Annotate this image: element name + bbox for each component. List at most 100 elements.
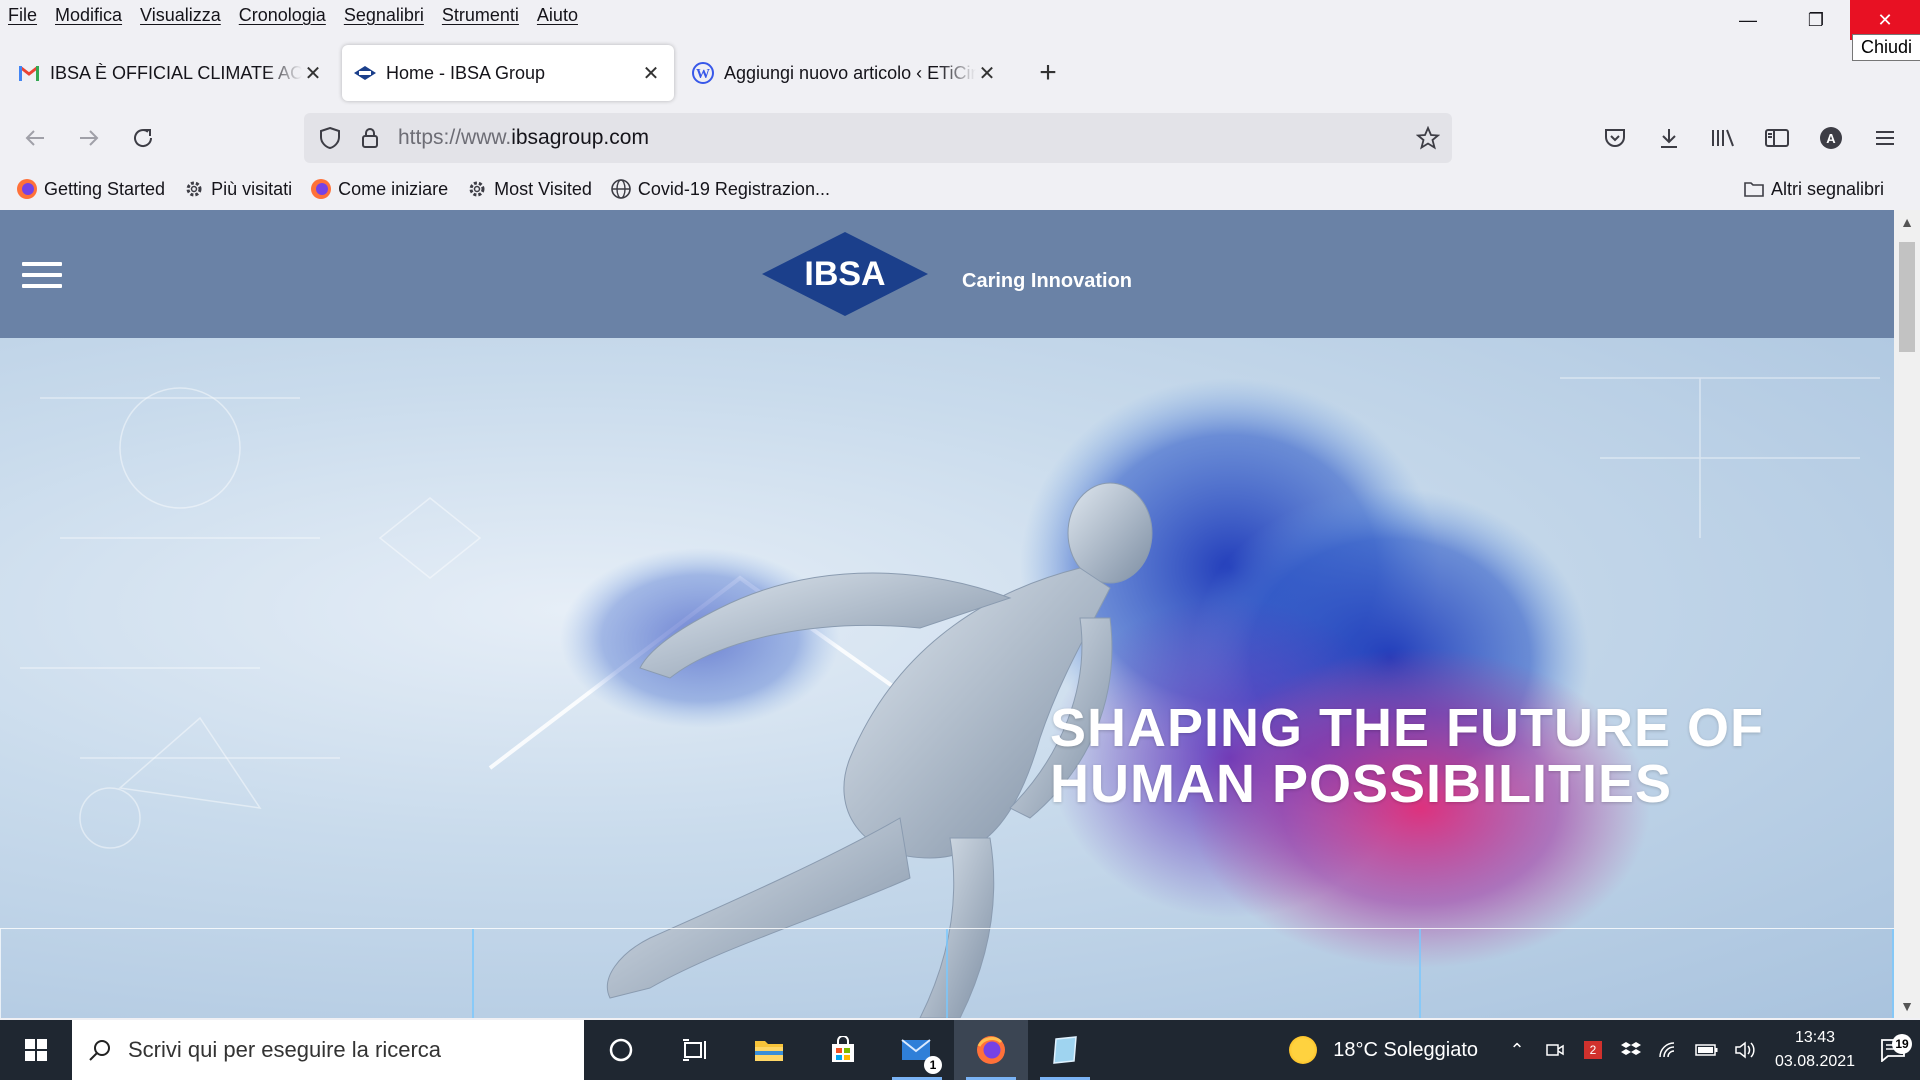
notification-count-badge: 19: [1892, 1034, 1912, 1054]
taskbar-search[interactable]: Scrivi qui per eseguire la ricerca: [72, 1020, 584, 1080]
scroll-down-icon[interactable]: ▼: [1894, 994, 1920, 1018]
scroll-up-icon[interactable]: ▲: [1894, 210, 1920, 234]
clock-date: 03.08.2021: [1774, 1053, 1856, 1070]
tab-strip: IBSA È OFFICIAL CLIMATE ACTION ✕ Home - …: [0, 44, 1920, 102]
folder-icon: [1743, 178, 1765, 200]
library-button[interactable]: [1696, 118, 1750, 158]
site-menu-icon[interactable]: [22, 262, 62, 288]
menu-segnalibri[interactable]: Segnalibri: [344, 5, 424, 26]
site-tagline: Caring Innovation: [962, 270, 1132, 292]
bookmark-most-visited[interactable]: Most Visited: [466, 178, 592, 200]
file-explorer-button[interactable]: [732, 1020, 806, 1080]
pocket-icon: [1605, 129, 1625, 147]
downloads-button[interactable]: [1642, 118, 1696, 158]
microsoft-store-button[interactable]: [806, 1020, 880, 1080]
url-text[interactable]: https://www.ibsagroup.com: [398, 126, 649, 150]
bookmarks-bar: Getting Started Più visitati Come inizia…: [0, 170, 1920, 208]
battery-icon[interactable]: [1688, 1043, 1726, 1057]
minimize-button[interactable]: —: [1714, 0, 1782, 40]
close-tab-icon[interactable]: ✕: [640, 61, 662, 86]
firefox-icon: [977, 1036, 1005, 1064]
account-button[interactable]: A: [1804, 118, 1858, 158]
forward-arrow-icon: [80, 130, 99, 146]
tab-gmail[interactable]: IBSA È OFFICIAL CLIMATE ACTION ✕: [6, 45, 336, 101]
clock-time: 13:43: [1794, 1029, 1836, 1046]
mail-button[interactable]: 1: [880, 1020, 954, 1080]
windows-logo-icon: [25, 1039, 47, 1061]
gear-icon: [183, 178, 205, 200]
taskbar-clock[interactable]: 13:43 03.08.2021: [1770, 1026, 1860, 1074]
hero-banner: SHAPING THE FUTURE OF HUMAN POSSIBILITIE…: [0, 338, 1894, 1018]
reload-button[interactable]: [116, 118, 170, 158]
meet-now-icon[interactable]: [1536, 1041, 1574, 1059]
task-view-button[interactable]: [658, 1020, 732, 1080]
svg-text:A: A: [1826, 131, 1836, 146]
menu-modifica[interactable]: Modifica: [55, 5, 122, 26]
start-button[interactable]: [0, 1020, 72, 1080]
mail-badge: 1: [924, 1056, 942, 1074]
new-tab-button[interactable]: +: [1028, 53, 1068, 93]
menu-strumenti[interactable]: Strumenti: [442, 5, 519, 26]
shield-icon[interactable]: [310, 126, 350, 150]
feature-tile[interactable]: [474, 929, 948, 1018]
pocket-button[interactable]: [1588, 118, 1642, 158]
notes-app-icon: [1053, 1036, 1077, 1064]
search-placeholder: Scrivi qui per eseguire la ricerca: [128, 1037, 442, 1062]
calendar-tray-icon[interactable]: 2: [1574, 1041, 1612, 1059]
weather-text: 18°C Soleggiato: [1333, 1038, 1478, 1061]
show-hidden-icons-chevron-up-icon[interactable]: ⌃: [1498, 1040, 1536, 1061]
star-bookmark-icon[interactable]: [1408, 126, 1448, 150]
sidebar-icon: [1765, 129, 1789, 147]
system-tray: 18°C Soleggiato ⌃ 2 13:43 03.08.2021 19: [1289, 1020, 1920, 1080]
restore-button[interactable]: ❐: [1782, 0, 1850, 40]
windows-taskbar: Scrivi qui per eseguire la ricerca 1 18°…: [0, 1020, 1920, 1080]
other-bookmarks[interactable]: Altri segnalibri: [1743, 170, 1884, 208]
bookmark-come-iniziare[interactable]: Come iniziare: [310, 178, 448, 200]
close-tab-icon[interactable]: ✕: [302, 61, 324, 86]
tab-ibsa[interactable]: Home - IBSA Group ✕: [342, 45, 674, 101]
hero-background-image: [20, 377, 1880, 1018]
ibsa-favicon: [354, 62, 376, 84]
url-bar[interactable]: https://www.ibsagroup.com: [304, 113, 1452, 163]
tab-wordpress[interactable]: W Aggiungi nuovo articolo ‹ ETiCinforma …: [680, 45, 1010, 101]
reload-icon: [134, 129, 153, 147]
volume-icon[interactable]: [1726, 1040, 1764, 1060]
web-page: IBSA Caring Innovation SHAPING THE FUTUR…: [0, 210, 1894, 1018]
wordpress-icon: W: [692, 62, 714, 84]
forward-button[interactable]: [62, 118, 116, 158]
bookmark-getting-started[interactable]: Getting Started: [16, 178, 165, 200]
svg-text:W: W: [696, 67, 710, 82]
weather-widget[interactable]: 18°C Soleggiato: [1289, 1036, 1478, 1064]
bookmark-piu-visitati[interactable]: Più visitati: [183, 178, 292, 200]
sidebar-button[interactable]: [1750, 118, 1804, 158]
bookmark-covid-registrazione[interactable]: Covid-19 Registrazion...: [610, 178, 830, 200]
tab-label: Home - IBSA Group: [386, 62, 546, 83]
page-scrollbar[interactable]: ▲ ▼: [1894, 210, 1920, 1018]
store-bag-icon: [832, 1036, 854, 1062]
svg-text:IBSA: IBSA: [804, 255, 885, 293]
globe-icon: [610, 178, 632, 200]
lock-icon[interactable]: [350, 127, 390, 149]
scroll-thumb[interactable]: [1899, 242, 1915, 352]
gear-icon: [466, 178, 488, 200]
action-center-button[interactable]: 19: [1866, 1034, 1920, 1062]
menu-file[interactable]: File: [8, 5, 37, 26]
feature-tile[interactable]: [948, 929, 1421, 1018]
site-header: IBSA Caring Innovation: [0, 210, 1894, 338]
menu-visualizza[interactable]: Visualizza: [140, 5, 221, 26]
feature-tile[interactable]: [0, 929, 475, 1018]
firefox-taskbar-button[interactable]: [954, 1020, 1028, 1080]
back-button[interactable]: [8, 118, 62, 158]
tab-label: Aggiungi nuovo articolo ‹ ETiCinforma: [724, 62, 976, 83]
dropbox-icon[interactable]: [1612, 1040, 1650, 1060]
menu-cronologia[interactable]: Cronologia: [239, 5, 326, 26]
menu-aiuto[interactable]: Aiuto: [537, 5, 578, 26]
cortana-button[interactable]: [584, 1020, 658, 1080]
close-tab-icon[interactable]: ✕: [976, 61, 998, 86]
notes-app-button[interactable]: [1028, 1020, 1102, 1080]
feature-tile[interactable]: [1421, 929, 1894, 1018]
wifi-icon[interactable]: [1650, 1041, 1688, 1059]
ibsa-logo[interactable]: IBSA: [762, 232, 928, 316]
account-avatar-icon: A: [1820, 127, 1842, 149]
app-menu-button[interactable]: [1858, 118, 1912, 158]
